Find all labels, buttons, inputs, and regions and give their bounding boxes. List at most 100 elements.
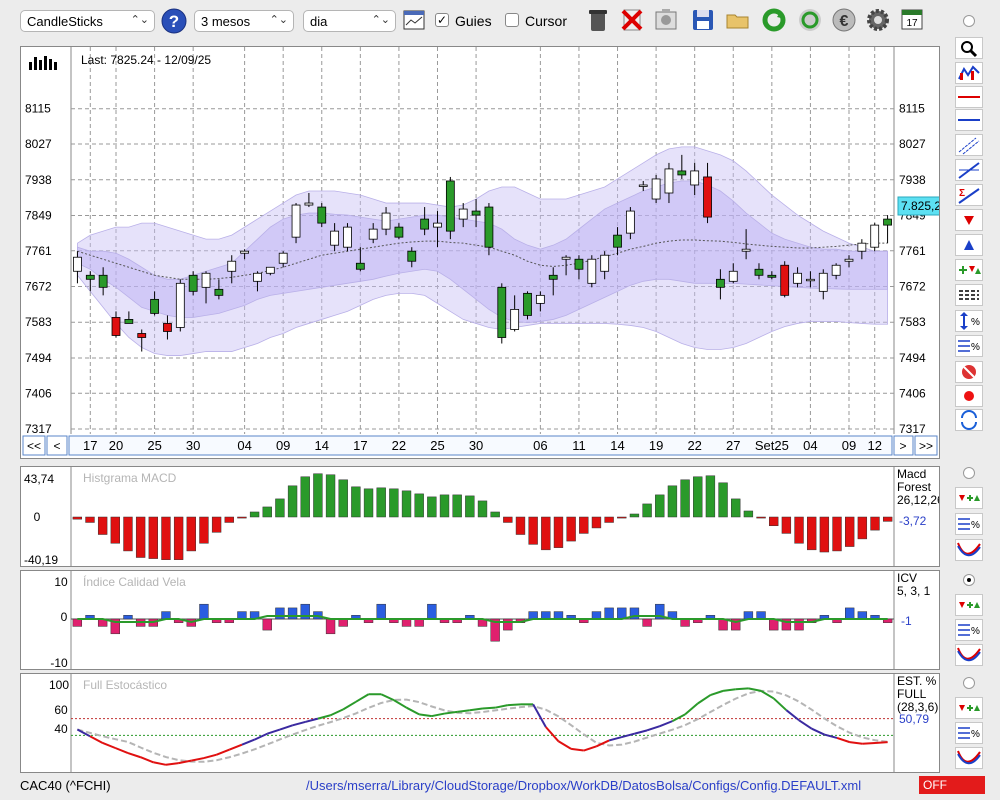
open-folder-icon[interactable]: [725, 7, 751, 33]
period-select[interactable]: 3 mesos ⌃⌄: [194, 10, 294, 32]
period-value: 3 mesos: [201, 14, 251, 29]
stochastic-k-segment: [330, 708, 344, 717]
red-line-button[interactable]: [955, 86, 983, 108]
delete-icon[interactable]: [619, 7, 645, 33]
help-icon[interactable]: ?: [161, 8, 187, 34]
macd-bar: [300, 476, 310, 518]
interval-select[interactable]: dia ⌃⌄: [303, 10, 396, 32]
add-indicator-button[interactable]: [955, 259, 983, 281]
icv-bar: [376, 603, 386, 620]
macd-bar: [401, 490, 412, 518]
candles-icon: [958, 65, 980, 80]
macd-panel-radio[interactable]: [963, 467, 975, 479]
macd-bar: [148, 516, 158, 559]
stochastic-k-segment: [646, 725, 661, 732]
zoom-button[interactable]: [955, 37, 983, 59]
stochastic-k-segment: [748, 687, 762, 692]
macd-histogram-chart[interactable]: Histgrama MACD 43,74 0 -40,19 Macd Fores…: [21, 467, 939, 566]
icv-panel[interactable]: Índice Calidad Vela 10 0 -10 ICV 5, 3, 1…: [20, 570, 940, 670]
euro-icon[interactable]: €: [831, 7, 857, 33]
chevron-updown-icon: ⌃⌄: [371, 14, 390, 26]
levels-button[interactable]: [955, 284, 983, 306]
macd-bar: [832, 516, 842, 552]
reload-icon[interactable]: [797, 7, 823, 33]
macd-lines-button[interactable]: %: [955, 513, 983, 535]
candle-body: [330, 230, 340, 246]
time-axis[interactable]: << < > >> 17 20 25 30 04 09 14 17 22 25 30 06 11 14 19…: [22, 435, 938, 456]
macd-ytick-top: 43,74: [24, 472, 54, 486]
icv-panel-radio[interactable]: [963, 574, 975, 586]
scale-percent-button[interactable]: %: [955, 310, 983, 332]
macd-bar: [173, 516, 184, 560]
image-icon[interactable]: [653, 7, 679, 33]
lines-percent-button[interactable]: %: [955, 335, 983, 357]
macd-bar: [566, 516, 576, 542]
channel-button[interactable]: [955, 134, 983, 156]
svg-text:%: %: [971, 520, 980, 531]
candle-body: [754, 268, 764, 276]
sto-curve-button[interactable]: [955, 747, 983, 769]
price-tick-right: 7406: [899, 386, 926, 400]
macd-bar: [743, 510, 754, 518]
nav-last-button[interactable]: >>: [919, 439, 933, 453]
stochastic-k-segment: [203, 753, 217, 760]
calendar-icon[interactable]: 17: [900, 7, 924, 31]
arrow-up-button[interactable]: [955, 234, 983, 256]
macd-bar: [731, 498, 741, 518]
trash-icon[interactable]: [585, 7, 611, 33]
macd-bar: [313, 473, 323, 518]
macd-bar: [528, 516, 538, 545]
blue-line-button[interactable]: [955, 109, 983, 131]
candle-body: [471, 210, 481, 216]
candle-body: [291, 204, 301, 238]
off-toggle[interactable]: OFF: [919, 776, 985, 794]
nav-next-button[interactable]: >: [899, 439, 906, 453]
cursor-checkbox[interactable]: [505, 13, 519, 27]
swap-button[interactable]: [955, 409, 983, 431]
gear-icon[interactable]: [865, 7, 891, 33]
icv-bar: [199, 603, 209, 620]
price-panel-radio[interactable]: [963, 15, 975, 27]
config-path-link[interactable]: /Users/mserra/Library/CloudStorage/Dropb…: [306, 778, 861, 793]
chart-style-button[interactable]: [955, 62, 983, 84]
record-button[interactable]: [955, 385, 983, 407]
macd-panel[interactable]: Histgrama MACD 43,74 0 -40,19 Macd Fores…: [20, 466, 940, 567]
chart-type-select[interactable]: CandleSticks ⌃⌄: [20, 10, 155, 32]
macd-move-button[interactable]: [955, 487, 983, 509]
stochastic-k-segment: [355, 693, 370, 703]
stochastic-k-segment: [659, 720, 673, 728]
icv-move-button[interactable]: [955, 594, 983, 616]
icv-bar: [528, 611, 538, 620]
save-icon[interactable]: [690, 7, 716, 33]
candlestick-chart[interactable]: 8115811580278027793879387849784977617761…: [21, 47, 939, 458]
candle-quality-chart[interactable]: Índice Calidad Vela 10 0 -10 ICV 5, 3, 1…: [21, 571, 939, 669]
stochastic-panel-radio[interactable]: [963, 677, 975, 689]
icv-lines-button[interactable]: %: [955, 619, 983, 641]
stop-button[interactable]: [955, 361, 983, 383]
sto-move-button[interactable]: [955, 697, 983, 719]
trendline-button[interactable]: [955, 159, 983, 181]
magnifier-icon: [961, 41, 978, 58]
trendline-icon: [958, 162, 980, 179]
nav-prev-button[interactable]: <: [53, 439, 60, 453]
channel-icon: [958, 137, 980, 155]
stochastic-panel[interactable]: Full Estocástico 100 60 40 EST. % FULL (…: [20, 673, 940, 773]
icv-curve-button[interactable]: [955, 644, 983, 666]
arrow-down-button[interactable]: [955, 209, 983, 231]
chart-settings-icon[interactable]: [403, 10, 425, 30]
guides-checkbox[interactable]: ✓: [435, 13, 449, 27]
stochastic-k-segment: [773, 697, 788, 711]
refresh-icon[interactable]: [761, 7, 787, 33]
candle-body: [85, 274, 95, 280]
sum-line-button[interactable]: Σ: [955, 184, 983, 206]
price-tick-left: 7672: [25, 280, 52, 294]
macd-curve-button[interactable]: [955, 539, 983, 561]
stochastic-signal-line: [77, 689, 888, 763]
macd-bar: [604, 516, 614, 523]
candle-body: [265, 266, 275, 274]
nav-first-button[interactable]: <<: [27, 439, 41, 453]
macd-bar: [591, 516, 602, 529]
stochastic-chart[interactable]: Full Estocástico 100 60 40 EST. % FULL (…: [21, 674, 939, 772]
price-panel[interactable]: 8115811580278027793879387849784977617761…: [20, 46, 940, 459]
sto-lines-button[interactable]: %: [955, 722, 983, 744]
